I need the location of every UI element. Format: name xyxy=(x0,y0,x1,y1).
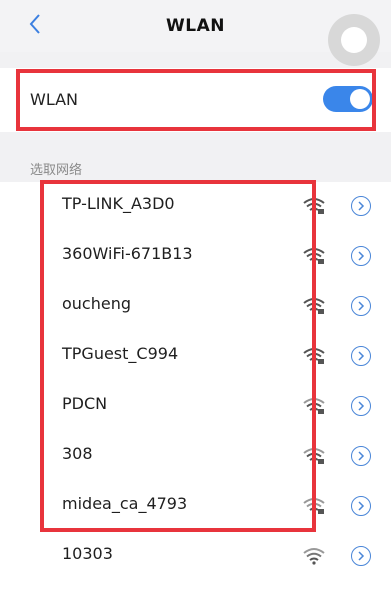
network-item[interactable]: PDCN xyxy=(0,382,391,432)
network-detail-button[interactable] xyxy=(351,496,371,516)
wifi-open-icon xyxy=(303,548,325,565)
network-name: 10303 xyxy=(62,544,113,563)
network-name: 360WiFi-671B13 xyxy=(62,244,193,263)
chevron-right-icon xyxy=(358,501,365,511)
chevron-right-icon xyxy=(358,301,365,311)
network-name: 308 xyxy=(62,444,93,463)
wifi-locked-icon xyxy=(303,248,325,264)
network-item[interactable]: 360WiFi-671B13 xyxy=(0,232,391,282)
assistive-touch-button[interactable] xyxy=(328,14,380,66)
network-detail-button[interactable] xyxy=(351,246,371,266)
network-detail-button[interactable] xyxy=(351,196,371,216)
network-name: oucheng xyxy=(62,294,132,313)
wifi-locked-icon xyxy=(303,498,325,514)
network-name: TP-LINK_A3D0 xyxy=(62,194,175,213)
chevron-right-icon xyxy=(358,251,365,261)
network-name: PDCN xyxy=(62,394,108,413)
wlan-label: WLAN xyxy=(30,90,79,109)
chevron-right-icon xyxy=(358,451,365,461)
wlan-toggle-switch[interactable] xyxy=(323,86,373,112)
network-detail-button[interactable] xyxy=(351,346,371,366)
network-item[interactable]: midea_ca_4793 xyxy=(0,482,391,532)
chevron-right-icon xyxy=(358,201,365,211)
wifi-locked-icon xyxy=(303,448,325,464)
network-item[interactable]: 10303 xyxy=(0,532,391,582)
network-detail-button[interactable] xyxy=(351,396,371,416)
network-list: TP-LINK_A3D0 360WiFi-671B13 oucheng TPGu… xyxy=(0,182,391,603)
wifi-locked-icon xyxy=(303,298,325,314)
network-detail-button[interactable] xyxy=(351,546,371,566)
wlan-toggle-row[interactable]: WLAN xyxy=(0,68,391,132)
network-item[interactable]: TP-LINK_A3D0 xyxy=(0,182,391,232)
network-name: midea_ca_4793 xyxy=(62,494,188,513)
chevron-right-icon xyxy=(358,551,365,561)
network-detail-button[interactable] xyxy=(351,296,371,316)
network-item[interactable]: oucheng xyxy=(0,282,391,332)
wifi-locked-icon xyxy=(303,198,325,214)
chevron-right-icon xyxy=(358,401,365,411)
network-item[interactable]: 308 xyxy=(0,432,391,482)
section-label: 选取网络 xyxy=(30,163,83,178)
chevron-right-icon xyxy=(358,351,365,361)
wifi-locked-icon xyxy=(303,348,325,364)
toggle-knob xyxy=(350,89,370,109)
wifi-locked-icon xyxy=(303,398,325,414)
network-name: TPGuest_C994 xyxy=(62,344,179,363)
network-item[interactable]: TPGuest_C994 xyxy=(0,332,391,382)
network-detail-button[interactable] xyxy=(351,446,371,466)
